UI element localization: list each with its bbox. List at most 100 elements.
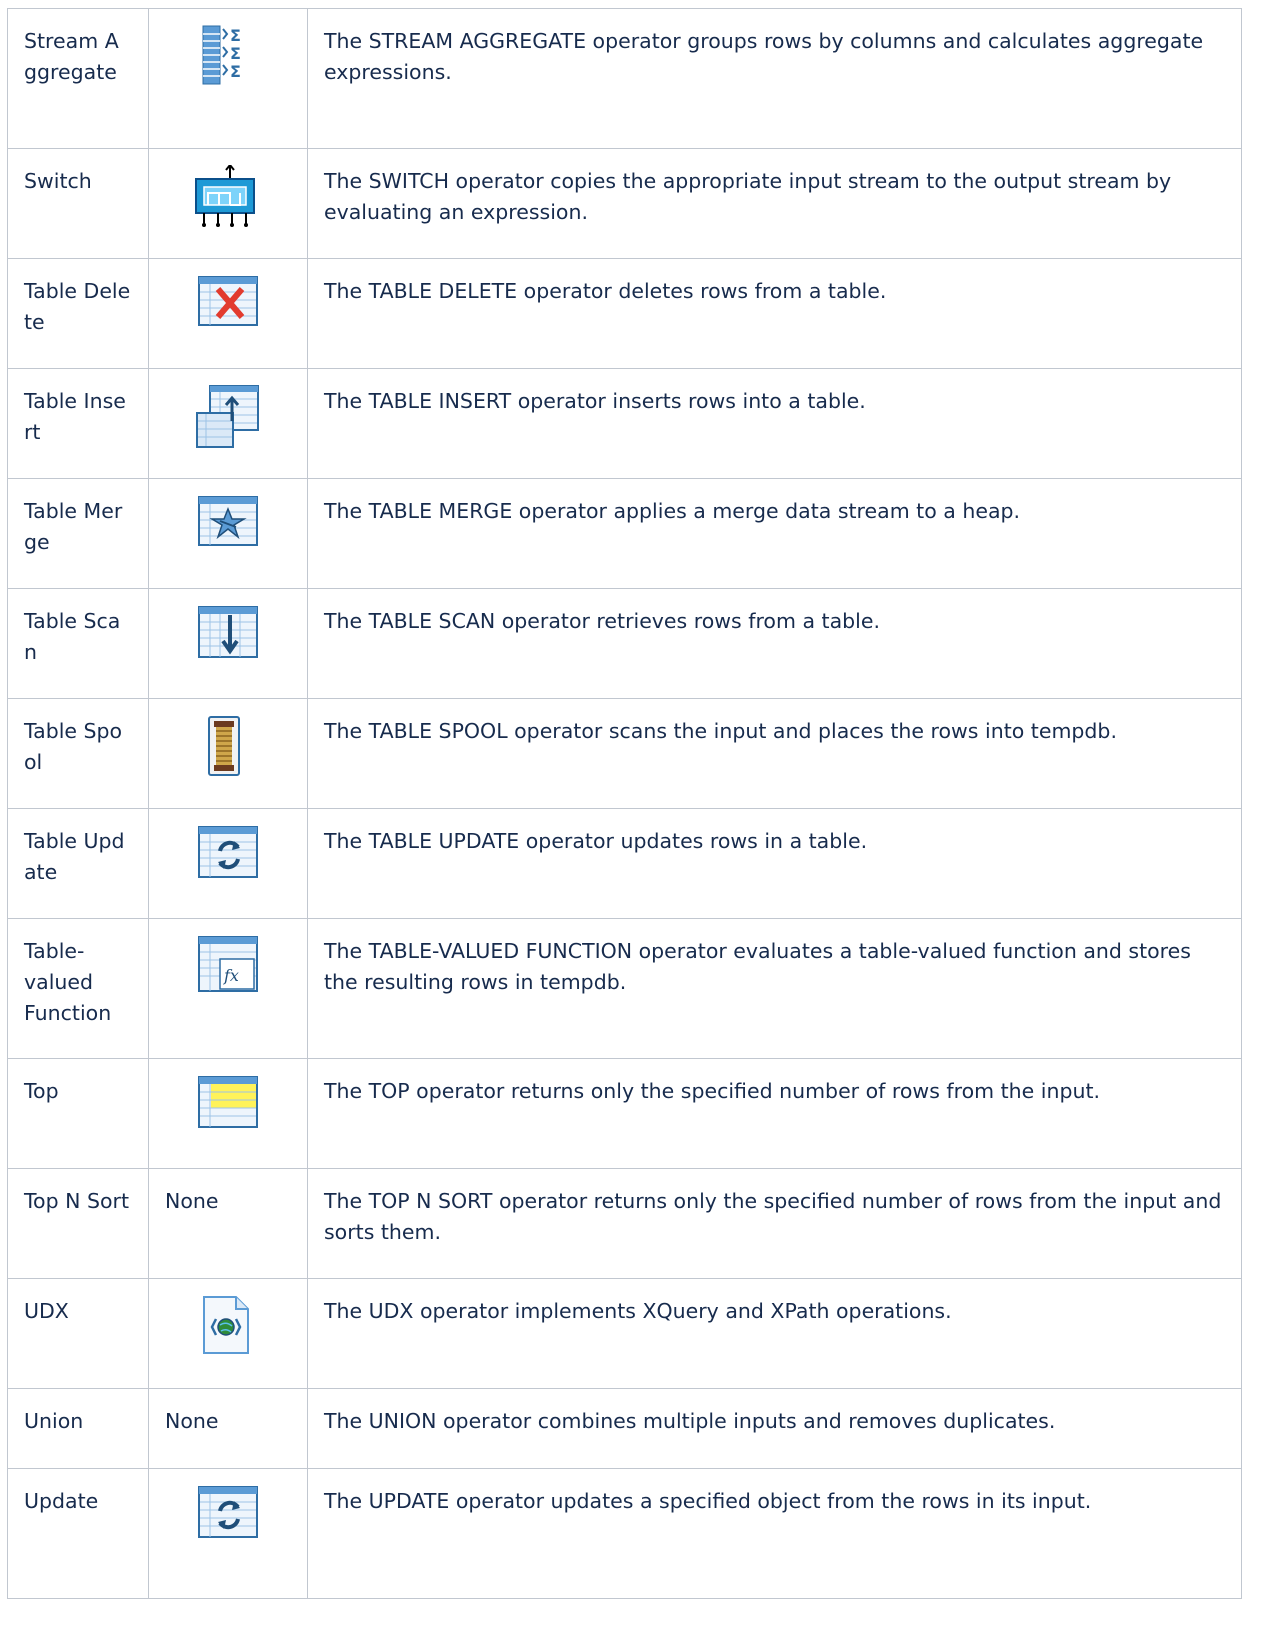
- operator-name: Top N Sort: [24, 1189, 129, 1213]
- svg-text:Σ: Σ: [230, 62, 241, 81]
- operator-description: The TABLE SPOOL operator scans the input…: [324, 719, 1117, 743]
- operator-icon-cell: [148, 808, 308, 919]
- operator-description-cell: The TOP N SORT operator returns only the…: [307, 1168, 1242, 1279]
- operator-name: Union: [24, 1409, 84, 1433]
- table-delete-icon: [198, 275, 291, 327]
- operator-icon-cell: fx: [148, 918, 308, 1059]
- operator-description: The UNION operator combines multiple inp…: [324, 1409, 1056, 1433]
- operator-description-cell: The STREAM AGGREGATE operator groups row…: [307, 8, 1242, 149]
- table-insert-icon: [196, 385, 291, 449]
- stream-aggregate-icon: ΣΣΣ: [202, 25, 291, 87]
- operator-name: Table Delete: [24, 279, 131, 334]
- operator-description: The TABLE MERGE operator applies a merge…: [324, 499, 1021, 523]
- operator-icon-cell: [148, 1468, 308, 1599]
- table-row: Table Spool The TABLE SPOOL operator sca…: [7, 698, 1242, 809]
- operator-name-cell: Stream Aggregate: [7, 8, 149, 149]
- operator-name: Update: [24, 1489, 99, 1513]
- operator-icon-cell: None: [148, 1388, 308, 1469]
- update-icon: [198, 1485, 291, 1539]
- operator-name: Table Update: [24, 829, 125, 884]
- operator-description: The TOP operator returns only the specif…: [324, 1079, 1101, 1103]
- operator-icon-cell: [148, 258, 308, 369]
- operator-icon-cell: ΣΣΣ: [148, 8, 308, 149]
- table-valued-function-icon: fx: [198, 935, 291, 995]
- operator-name: Table Merge: [24, 499, 123, 554]
- operator-icon-cell: [148, 478, 308, 589]
- table-row: Top N Sort None The TOP N SORT operator …: [7, 1168, 1242, 1279]
- operator-description-cell: The TABLE SPOOL operator scans the input…: [307, 698, 1242, 809]
- operator-name: Stream Aggregate: [24, 29, 119, 84]
- operator-description-cell: The TABLE UPDATE operator updates rows i…: [307, 808, 1242, 919]
- operator-description: The TABLE SCAN operator retrieves rows f…: [324, 609, 880, 633]
- svg-text:Σ: Σ: [230, 44, 241, 63]
- top-icon: [198, 1075, 291, 1129]
- operator-description: The TOP N SORT operator returns only the…: [324, 1189, 1222, 1244]
- table-row: Switch The SWITCH operator copies the ap…: [7, 148, 1242, 259]
- operator-description-cell: The SWITCH operator copies the appropria…: [307, 148, 1242, 259]
- operator-description: The UDX operator implements XQuery and X…: [324, 1299, 952, 1323]
- operator-name-cell: Top: [7, 1058, 149, 1169]
- table-row: Table Delete The TABLE DELETE operator d…: [7, 258, 1242, 369]
- table-row: UDX The UDX operator implements XQuery a…: [7, 1278, 1242, 1389]
- svg-text:Σ: Σ: [230, 26, 241, 45]
- operator-description-cell: The TABLE MERGE operator applies a merge…: [307, 478, 1242, 589]
- table-merge-icon: [198, 495, 291, 547]
- operator-description-cell: The TABLE DELETE operator deletes rows f…: [307, 258, 1242, 369]
- operator-name-cell: Switch: [7, 148, 149, 259]
- operator-icon-cell: None: [148, 1168, 308, 1279]
- table-update-icon: [198, 825, 291, 879]
- switch-icon: [194, 165, 291, 227]
- operator-description: The TABLE UPDATE operator updates rows i…: [324, 829, 868, 853]
- operator-name-cell: Table Insert: [7, 368, 149, 479]
- table-spool-icon: [205, 715, 291, 777]
- table-row: Top The TOP operator returns only the sp…: [7, 1058, 1242, 1169]
- operator-description: The UPDATE operator updates a specified …: [324, 1489, 1092, 1513]
- operator-description: The TABLE DELETE operator deletes rows f…: [324, 279, 887, 303]
- operator-description-cell: The UNION operator combines multiple inp…: [307, 1388, 1242, 1469]
- operator-description-cell: The UDX operator implements XQuery and X…: [307, 1278, 1242, 1389]
- no-icon-text: None: [165, 1189, 219, 1213]
- operator-description-cell: The TABLE INSERT operator inserts rows i…: [307, 368, 1242, 479]
- operator-icon-cell: [148, 1058, 308, 1169]
- operator-description-cell: The TOP operator returns only the specif…: [307, 1058, 1242, 1169]
- operator-name: Top: [24, 1079, 59, 1103]
- operators-table: Stream Aggregate ΣΣΣ The STREAM AGGREGAT…: [7, 8, 1242, 1599]
- operator-name: Table Scan: [24, 609, 121, 664]
- operator-name: Switch: [24, 169, 92, 193]
- operator-description: The SWITCH operator copies the appropria…: [324, 169, 1172, 224]
- operator-name: Table-valued Function: [24, 939, 112, 1025]
- table-row: Table Insert The TABLE INSERT operator i…: [7, 368, 1242, 479]
- table-row: Table Scan The TABLE SCAN operator retri…: [7, 588, 1242, 699]
- operator-description: The TABLE-VALUED FUNCTION operator evalu…: [324, 939, 1191, 994]
- table-row: Stream Aggregate ΣΣΣ The STREAM AGGREGAT…: [7, 8, 1242, 149]
- table-row: Table Merge The TABLE MERGE operator app…: [7, 478, 1242, 589]
- operator-icon-cell: [148, 368, 308, 479]
- operator-icon-cell: [148, 588, 308, 699]
- operator-description-cell: The UPDATE operator updates a specified …: [307, 1468, 1242, 1599]
- operator-name-cell: Table Spool: [7, 698, 149, 809]
- operator-name-cell: Table Update: [7, 808, 149, 919]
- operator-icon-cell: [148, 698, 308, 809]
- operator-name-cell: UDX: [7, 1278, 149, 1389]
- table-row: Table-valued Function fx The TABLE-VALUE…: [7, 918, 1242, 1059]
- operator-icon-cell: [148, 1278, 308, 1389]
- table-row: Table Update The TABLE UPDATE operator u…: [7, 808, 1242, 919]
- operator-name: UDX: [24, 1299, 69, 1323]
- svg-text:fx: fx: [223, 966, 239, 985]
- operator-description-cell: The TABLE SCAN operator retrieves rows f…: [307, 588, 1242, 699]
- operator-icon-cell: [148, 148, 308, 259]
- operator-name-cell: Union: [7, 1388, 149, 1469]
- udx-icon: [202, 1295, 291, 1355]
- operator-name-cell: Top N Sort: [7, 1168, 149, 1279]
- operator-name-cell: Update: [7, 1468, 149, 1599]
- table-row: Update The UPDATE operator updates a spe…: [7, 1468, 1242, 1599]
- no-icon-text: None: [165, 1409, 219, 1433]
- operator-description-cell: The TABLE-VALUED FUNCTION operator evalu…: [307, 918, 1242, 1059]
- operator-description: The STREAM AGGREGATE operator groups row…: [324, 29, 1204, 84]
- table-scan-icon: [198, 605, 291, 659]
- table-row: Union None The UNION operator combines m…: [7, 1388, 1242, 1469]
- operator-name-cell: Table-valued Function: [7, 918, 149, 1059]
- operator-name: Table Spool: [24, 719, 123, 774]
- operator-name: Table Insert: [24, 389, 126, 444]
- operator-description: The TABLE INSERT operator inserts rows i…: [324, 389, 866, 413]
